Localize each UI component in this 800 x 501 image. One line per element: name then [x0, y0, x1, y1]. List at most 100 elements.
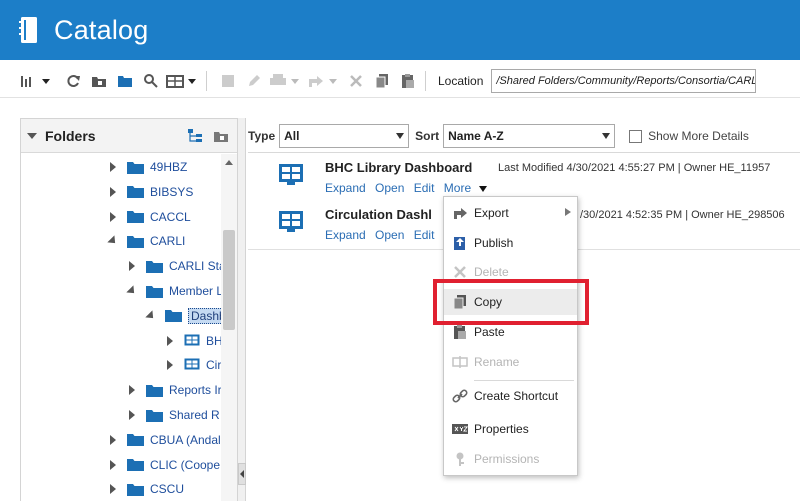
menu-item-properties[interactable]: Properties	[444, 416, 577, 442]
panel-splitter[interactable]	[238, 118, 246, 501]
type-label: Type	[248, 129, 276, 143]
tree-item-label: Cir	[206, 358, 222, 373]
expand-arrow-icon[interactable]	[107, 483, 119, 495]
expand-arrow-icon[interactable]	[164, 335, 176, 347]
menu-item-publish[interactable]: Publish	[444, 230, 577, 256]
item-name[interactable]: Circulation Dashl	[325, 207, 432, 222]
tree-item-label: CBUA (Andal	[150, 432, 221, 447]
expand-arrow-icon[interactable]	[126, 260, 138, 272]
new-folder-icon[interactable]	[88, 70, 110, 92]
expand-arrow-icon[interactable]	[107, 211, 119, 223]
tree-item-label: Shared R	[169, 408, 220, 422]
delete-icon[interactable]	[345, 70, 367, 92]
more-link-label: More	[443, 181, 472, 195]
collapse-triangle-icon[interactable]	[27, 132, 37, 139]
menu-item-create-shortcut[interactable]: Create Shortcut	[444, 383, 577, 409]
tree-item-folder[interactable]: Dashb	[145, 304, 229, 328]
expand-arrow-icon[interactable]	[107, 161, 119, 173]
tree-item-folder[interactable]: BIBSYS	[107, 180, 193, 204]
view-options-icon[interactable]	[20, 70, 54, 92]
tree-item-label: CLIC (Coope	[150, 457, 221, 472]
grid-view-icon[interactable]	[166, 70, 200, 92]
menu-item-export[interactable]: Export	[444, 200, 577, 226]
filter-bar: Type All Sort Name A-Z Show More Details	[248, 121, 800, 151]
dashboard-icon	[184, 358, 206, 372]
tree-item-dashboard[interactable]: BH	[164, 329, 223, 353]
scrollbar-thumb[interactable]	[223, 230, 235, 330]
expand-arrow-icon[interactable]	[107, 434, 119, 446]
show-more-details-checkbox[interactable]	[629, 129, 643, 143]
tree-item-dashboard[interactable]: Cir	[164, 353, 221, 377]
folder-icon	[146, 409, 169, 422]
folder-icon	[146, 285, 169, 298]
tree-item-folder[interactable]: CARLI Sta	[126, 254, 226, 278]
share-icon[interactable]	[307, 70, 341, 92]
menu-item-label: Delete	[474, 265, 509, 279]
dashboard-icon[interactable]	[278, 210, 304, 234]
location-field[interactable]: /Shared Folders/Community/Reports/Consor…	[491, 68, 757, 93]
collapse-arrow-icon[interactable]	[145, 310, 157, 322]
paste-icon[interactable]	[397, 70, 419, 92]
expand-link[interactable]: Expand	[325, 228, 366, 242]
folders-scrollbar[interactable]	[221, 154, 237, 501]
tree-item-folder[interactable]: Shared R	[126, 403, 220, 427]
expand-arrow-icon[interactable]	[126, 384, 138, 396]
tree-item-label: CSCU	[150, 482, 185, 497]
page-title: Catalog	[54, 14, 149, 45]
catalog-folder-icon[interactable]	[114, 70, 136, 92]
delete-icon	[452, 264, 468, 280]
print-icon[interactable]	[269, 70, 303, 92]
tree-view-icon[interactable]	[187, 128, 203, 144]
expand-arrow-icon[interactable]	[126, 409, 138, 421]
tree-item-folder[interactable]: Reports Ir	[126, 378, 222, 402]
edit-link[interactable]: Edit	[414, 228, 435, 242]
copy-icon[interactable]	[371, 70, 393, 92]
collapse-panel-handle[interactable]	[238, 463, 246, 485]
tree-item-folder[interactable]: CLIC (Coope	[107, 453, 220, 477]
expand-arrow-icon[interactable]	[107, 186, 119, 198]
new-folder-icon[interactable]	[213, 128, 229, 144]
publish-icon	[452, 235, 468, 251]
show-more-details-label: Show More Details	[648, 129, 749, 143]
location-label: Location	[438, 73, 484, 88]
expand-arrow-icon[interactable]	[164, 359, 176, 371]
menu-item-rename[interactable]: Rename	[444, 349, 577, 375]
tree-item-folder[interactable]: CACCL	[107, 205, 191, 229]
menu-item-permissions[interactable]: Permissions	[444, 446, 577, 472]
tree-item-folder[interactable]: CBUA (Andal	[107, 428, 221, 452]
refresh-icon[interactable]	[62, 70, 84, 92]
dashboard-icon[interactable]	[278, 163, 304, 187]
tree-item-folder[interactable]: Member L	[126, 279, 223, 303]
paste-icon	[452, 324, 468, 340]
folder-icon	[127, 235, 150, 248]
expand-arrow-icon[interactable]	[107, 459, 119, 471]
folders-header[interactable]: Folders	[21, 119, 237, 153]
collapse-arrow-icon[interactable]	[107, 235, 119, 248]
folder-icon	[165, 309, 188, 323]
edit-link[interactable]: Edit	[414, 181, 435, 195]
sort-select[interactable]: Name A-Z	[443, 124, 616, 148]
item-meta: Last Modified 4/30/2021 4:55:27 PM | Own…	[498, 162, 771, 174]
open-link[interactable]: Open	[375, 228, 404, 242]
open-link[interactable]: Open	[375, 181, 404, 195]
folder-icon	[127, 458, 150, 472]
toolbar-separator	[425, 70, 426, 91]
tree-item-folder[interactable]: CSCU	[107, 477, 184, 501]
highlight-annotation	[433, 279, 589, 325]
expand-link[interactable]: Expand	[325, 181, 366, 195]
folder-icon	[146, 260, 169, 273]
menu-item-label: Permissions	[474, 452, 540, 466]
folder-icon	[127, 433, 150, 447]
collapse-arrow-icon[interactable]	[126, 285, 138, 297]
more-link[interactable]: More	[444, 181, 493, 195]
type-select[interactable]: All	[279, 124, 410, 148]
edit-icon[interactable]	[243, 70, 265, 92]
tree-item-folder[interactable]: CARLI	[107, 229, 185, 253]
item-name[interactable]: BHC Library Dashboard	[325, 160, 472, 175]
archive-icon[interactable]	[217, 70, 239, 92]
scroll-up-icon[interactable]	[225, 160, 233, 165]
sort-label: Sort	[415, 129, 440, 143]
folder-icon	[127, 483, 150, 496]
search-icon[interactable]	[140, 70, 162, 92]
tree-item-folder[interactable]: 49HBZ	[107, 155, 187, 179]
